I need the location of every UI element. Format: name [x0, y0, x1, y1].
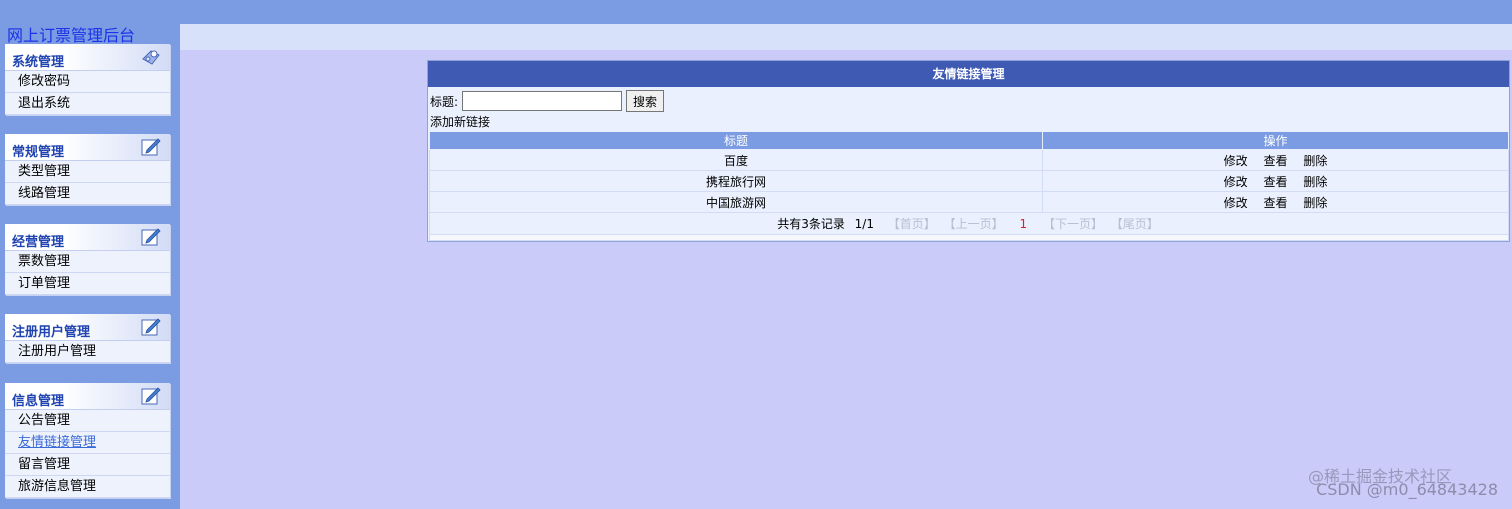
sidebar-item-route-management[interactable]: 线路管理 — [5, 183, 170, 205]
menu-title: 常规管理 — [12, 145, 65, 160]
sidebar-item-logout[interactable]: 退出系统 — [5, 93, 170, 115]
table-header-row: 标题 操作 — [429, 131, 1509, 150]
links-table: 标题 操作 百度 修改 查看 删除 携程旅行网 修改 查看 删除 中国旅游网 修… — [429, 131, 1509, 241]
delete-link[interactable]: 删除 — [1303, 196, 1327, 210]
edit-icon — [141, 318, 161, 336]
view-link[interactable]: 查看 — [1263, 154, 1287, 168]
menu-operations: 经营管理 票数管理 订单管理 — [5, 224, 170, 295]
table-footer-spacer — [429, 234, 1509, 241]
pager-last[interactable]: 【尾页】 — [1111, 217, 1159, 231]
search-row: 标题: 搜索 — [430, 89, 665, 113]
menu-head-info[interactable]: 信息管理 — [5, 383, 170, 410]
column-header-title: 标题 — [429, 131, 1043, 150]
sidebar-item-messages[interactable]: 留言管理 — [5, 454, 170, 476]
watermark-csdn: CSDN @m0_64843428 — [1316, 480, 1498, 499]
menu-head-operations[interactable]: 经营管理 — [5, 224, 170, 251]
sidebar-item-registered-users[interactable]: 注册用户管理 — [5, 341, 170, 363]
sidebar-item-announcements[interactable]: 公告管理 — [5, 410, 170, 432]
delete-link[interactable]: 删除 — [1303, 175, 1327, 189]
search-input[interactable] — [462, 91, 623, 111]
sidebar-item-friend-links[interactable]: 友情链接管理 — [5, 432, 170, 454]
view-link[interactable]: 查看 — [1263, 196, 1287, 210]
menu-title: 信息管理 — [12, 394, 65, 409]
pager-first[interactable]: 【首页】 — [888, 217, 936, 231]
cell-actions: 修改 查看 删除 — [1042, 149, 1509, 171]
pager: 共有3条记录 1/1 【首页】 【上一页】 1 【下一页】 【尾页】 — [429, 212, 1509, 235]
sidebar-item-order-management[interactable]: 订单管理 — [5, 273, 170, 295]
search-button[interactable]: 搜索 — [626, 90, 665, 112]
add-link-button[interactable]: 添加新链接 — [430, 113, 490, 130]
menu-head-users[interactable]: 注册用户管理 — [5, 314, 170, 341]
menu-title: 系统管理 — [12, 55, 65, 70]
cell-title: 百度 — [429, 149, 1043, 171]
menu-title: 经营管理 — [12, 235, 65, 250]
menu-general: 常规管理 类型管理 线路管理 — [5, 134, 170, 205]
search-label: 标题: — [430, 94, 459, 109]
column-header-actions: 操作 — [1042, 131, 1509, 150]
edit-link[interactable]: 修改 — [1224, 154, 1248, 168]
menu-head-general[interactable]: 常规管理 — [5, 134, 170, 161]
cell-title: 中国旅游网 — [429, 191, 1043, 213]
edit-link[interactable]: 修改 — [1224, 175, 1248, 189]
sidebar-item-change-password[interactable]: 修改密码 — [5, 71, 170, 93]
menu-info: 信息管理 公告管理 友情链接管理 留言管理 旅游信息管理 — [5, 383, 170, 498]
menu-title: 注册用户管理 — [12, 325, 91, 340]
table-row: 中国旅游网 修改 查看 删除 — [429, 191, 1509, 213]
top-bar — [0, 0, 1512, 24]
pager-page: 1/1 — [854, 217, 874, 231]
sidebar-item-travel-info[interactable]: 旅游信息管理 — [5, 476, 170, 498]
sidebar-item-ticket-management[interactable]: 票数管理 — [5, 251, 170, 273]
edit-icon — [141, 387, 161, 405]
header-strip — [180, 24, 1512, 50]
sidebar-item-type-management[interactable]: 类型管理 — [5, 161, 170, 183]
cell-title: 携程旅行网 — [429, 170, 1043, 192]
pager-current: 1 — [1019, 217, 1028, 231]
menu-head-system[interactable]: 系统管理 — [5, 44, 170, 71]
menu-users: 注册用户管理 注册用户管理 — [5, 314, 170, 363]
menu-system: 系统管理 修改密码 退出系统 — [5, 44, 170, 115]
edit-icon — [141, 138, 161, 156]
pager-row: 共有3条记录 1/1 【首页】 【上一页】 1 【下一页】 【尾页】 — [429, 212, 1509, 235]
cell-actions: 修改 查看 删除 — [1042, 191, 1509, 213]
pager-next[interactable]: 【下一页】 — [1043, 217, 1103, 231]
pager-prev[interactable]: 【上一页】 — [944, 217, 1004, 231]
spacer-cell — [429, 234, 1509, 241]
edit-icon — [141, 228, 161, 246]
sidebar: 网上订票管理后台 系统管理 修改密码 退出系统 常规管理 类型管理 线路管理 经… — [0, 0, 180, 509]
table-row: 携程旅行网 修改 查看 删除 — [429, 170, 1509, 192]
panel-title: 友情链接管理 — [428, 61, 1509, 87]
delete-link[interactable]: 删除 — [1303, 154, 1327, 168]
friend-links-panel: 友情链接管理 标题: 搜索 添加新链接 标题 操作 百度 修改 查看 删除 携程… — [427, 60, 1510, 242]
cell-actions: 修改 查看 删除 — [1042, 170, 1509, 192]
app-title: 网上订票管理后台 — [7, 26, 136, 45]
table-row: 百度 修改 查看 删除 — [429, 149, 1509, 171]
edit-link[interactable]: 修改 — [1224, 196, 1248, 210]
view-link[interactable]: 查看 — [1263, 175, 1287, 189]
settings-icon — [142, 50, 160, 65]
pager-total: 共有3条记录 — [777, 217, 845, 231]
